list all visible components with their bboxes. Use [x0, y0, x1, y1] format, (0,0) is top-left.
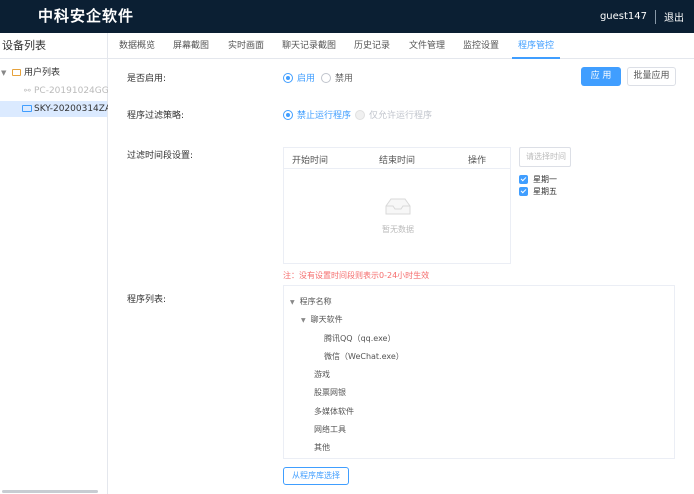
batch-apply-button[interactable]: 批量应用	[627, 67, 676, 86]
empty-text: 暂无数据	[382, 225, 414, 234]
tab-data-overview[interactable]: 数据概览	[119, 33, 155, 59]
caret-down-icon[interactable]: ▼	[290, 299, 295, 306]
tree-node-label: 程序名称	[299, 297, 332, 306]
device-sidebar: 设备列表 ▼ 用户列表 ⚯ PC-20191024GGFA SKY-202003…	[0, 33, 119, 494]
filter-strategy-label: 程序过滤策略:	[127, 111, 185, 121]
user-area: guest147 退出	[600, 9, 684, 24]
tree-node-chat[interactable]: ▼ 聊天软件	[301, 314, 343, 325]
radio-disable[interactable]: 禁用	[321, 71, 353, 84]
checkbox-monday[interactable]: 星期一	[519, 174, 557, 185]
tree-node-multimedia[interactable]: 多媒体软件	[314, 406, 354, 417]
tree-node-root[interactable]: ▼ 程序名称	[290, 296, 332, 307]
program-tree: ▼ 程序名称 ▼ 聊天软件 腾讯QQ（qq.exe） 微信（WeChat.exe） …	[283, 285, 675, 459]
tab-history[interactable]: 历史记录	[354, 33, 390, 59]
radio-enable[interactable]: 启用	[283, 71, 315, 84]
tree-node-stocks-banking[interactable]: 股票网银	[314, 387, 346, 398]
tree-node-games[interactable]: 游戏	[314, 369, 330, 380]
link-icon: ⚯	[24, 86, 31, 95]
col-actions: 操作	[468, 156, 487, 166]
checkbox-checked-icon	[519, 187, 528, 196]
tree-node-wechat[interactable]: 微信（WeChat.exe）	[324, 351, 404, 362]
tree-device-selected[interactable]: SKY-20200314ZAI	[0, 101, 114, 117]
tab-file-management[interactable]: 文件管理	[409, 33, 445, 59]
select-from-library-button[interactable]: 从程序库选择	[283, 467, 349, 485]
checkbox-friday[interactable]: 星期五	[519, 186, 557, 197]
table-header: 开始时间 结束时间 操作	[284, 148, 510, 169]
empty-inbox-icon	[385, 198, 411, 215]
tree-group-users[interactable]: ▼ 用户列表	[0, 65, 107, 81]
device-label: SKY-20200314ZAI	[34, 104, 114, 114]
logout-link[interactable]: 退出	[664, 9, 684, 24]
radio-allow-only[interactable]: 仅允许运行程序	[355, 108, 432, 121]
tree-group-label: 用户列表	[24, 68, 61, 78]
monitor-icon	[22, 105, 32, 112]
apply-button[interactable]: 应 用	[581, 67, 621, 86]
sidebar-title: 设备列表	[0, 33, 107, 59]
sidebar-scrollbar[interactable]	[2, 490, 98, 493]
tab-monitor-settings[interactable]: 监控设置	[463, 33, 499, 59]
tree-node-other[interactable]: 其他	[314, 442, 330, 453]
tab-chat-screenshots[interactable]: 聊天记录截图	[282, 33, 336, 59]
radio-allow-label: 仅允许运行程序	[369, 111, 433, 121]
tree-node-network-tools[interactable]: 网络工具	[314, 424, 346, 435]
tab-bar: 数据概览 屏幕截图 实时画面 聊天记录截图 历史记录 文件管理 监控设置 程序管…	[108, 33, 694, 59]
radio-block-label: 禁止运行程序	[297, 111, 352, 121]
enable-label: 是否启用:	[127, 74, 167, 84]
tree-node-label: 聊天软件	[310, 315, 343, 324]
caret-down-icon[interactable]: ▼	[1, 65, 6, 81]
tab-program-control[interactable]: 程序管控	[512, 33, 561, 59]
checkbox-checked-icon	[519, 175, 528, 184]
device-label: PC-20191024GGFA	[34, 86, 120, 96]
program-list-label: 程序列表:	[127, 295, 167, 305]
radio-block-programs[interactable]: 禁止运行程序	[283, 108, 351, 121]
main-panel: 数据概览 屏幕截图 实时画面 聊天记录截图 历史记录 文件管理 监控设置 程序管…	[108, 33, 694, 494]
time-range-table: 开始时间 结束时间 操作 暂无数据	[283, 147, 511, 264]
divider	[655, 9, 656, 24]
radio-checked-icon	[283, 72, 293, 83]
radio-checked-icon	[283, 109, 293, 120]
tab-live-view[interactable]: 实时画面	[228, 33, 264, 59]
username: guest147	[599, 11, 647, 22]
radio-unchecked-icon	[321, 72, 331, 83]
radio-disable-label: 禁用	[335, 74, 354, 84]
tree-node-qq[interactable]: 腾讯QQ（qq.exe）	[324, 333, 395, 344]
folder-icon	[12, 69, 21, 76]
radio-disabled-icon	[355, 109, 365, 120]
program-control-form: 是否启用: 启用 禁用 应 用 批量应用 程序过滤策略: 禁止运行程序 仅允许运…	[108, 59, 694, 494]
brand-title: 中科安企软件	[38, 7, 135, 25]
col-start-time: 开始时间	[292, 156, 329, 166]
time-note: 注：没有设置时间段则表示0-24小时生效	[283, 271, 430, 280]
time-select[interactable]: 请选择时间	[519, 147, 571, 167]
col-end-time: 结束时间	[379, 156, 416, 166]
top-bar: 中科安企软件 guest147 退出	[0, 0, 694, 33]
time-range-label: 过滤时间段设置:	[127, 151, 194, 161]
checkbox-monday-label: 星期一	[533, 175, 557, 184]
checkbox-friday-label: 星期五	[533, 187, 557, 196]
tree-device-offline[interactable]: ⚯ PC-20191024GGFA	[0, 83, 119, 99]
caret-down-icon[interactable]: ▼	[301, 317, 306, 324]
radio-enable-label: 启用	[297, 74, 316, 84]
tab-screenshots[interactable]: 屏幕截图	[173, 33, 209, 59]
